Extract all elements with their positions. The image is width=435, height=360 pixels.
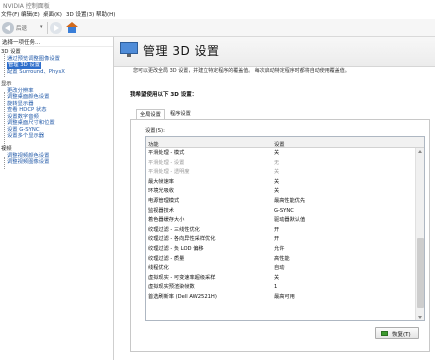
setting-value-cell[interactable]: 关 — [274, 178, 279, 187]
column-header-setting: 设置 — [274, 142, 285, 148]
setting-value-cell[interactable]: 自动 — [274, 264, 284, 273]
feature-cell: 监视器技术 — [148, 207, 174, 214]
setting-value-cell[interactable]: 开 — [274, 226, 279, 235]
restore-button[interactable]: 恢复(T) — [375, 327, 419, 339]
setting-value-cell[interactable]: G-SYNC — [274, 207, 294, 216]
toolbar-divider — [47, 22, 48, 34]
back-label[interactable]: 后退 — [16, 24, 27, 32]
settings-grid: 功能 设置 平滑处理 - 模式关平滑处理 - 设置无平滑处理 - 透明度关最大帧… — [145, 136, 425, 321]
feature-cell: 纹理过滤 - 三线性优化 — [148, 226, 200, 233]
table-row[interactable]: 纹理过滤 - 三线性优化 开 — [146, 226, 416, 235]
scroll-up-icon[interactable] — [418, 150, 422, 153]
grid-header: 功能 设置 — [146, 137, 424, 148]
forward-arrow-icon[interactable] — [50, 22, 62, 34]
toolbar: 后退 ▾ — [0, 19, 435, 37]
task-sidebar: 选择一项任务... 3D 设置 通过预览调整图像设置 管理 3D 设置 配置 S… — [0, 37, 114, 360]
chevron-down-icon[interactable]: ▾ — [40, 24, 43, 30]
feature-cell: 虚拟现实预渲染帧数 — [148, 284, 195, 291]
setting-value-cell[interactable]: 驱动器默认值 — [274, 216, 305, 225]
feature-cell: 纹理过滤 - 质量 — [148, 255, 185, 262]
settings-panel: 设置(S): 功能 设置 平滑处理 - 模式关平滑处理 - 设置无平滑处理 - … — [130, 119, 430, 352]
title-bar: NVIDIA 控制面板 — [0, 0, 435, 10]
setting-value-cell[interactable]: 最高性能优先 — [274, 197, 305, 206]
home-icon[interactable] — [66, 22, 78, 34]
page-description: 您可以更改全局 3D 设置，并建立特定程序的覆盖值。 每次启动特定程序时都将自动… — [133, 68, 350, 74]
feature-cell: 着色器缓存大小 — [148, 217, 185, 224]
settings-tabs: 全局设置 程序设置 — [130, 109, 430, 119]
sidebar-item-surround-physx[interactable]: 配置 Surround、PhysX — [7, 69, 65, 76]
feature-cell: 平滑处理 - 设置 — [148, 159, 185, 166]
sidebar-item-video-image[interactable]: 调整视频图像设置 — [7, 159, 49, 166]
scroll-down-icon[interactable] — [418, 316, 422, 319]
feature-cell: 线程优化 — [148, 265, 169, 272]
setting-value-cell[interactable]: 关 — [274, 149, 279, 158]
feature-cell: 虚拟现实 - 可变速率超级采样 — [148, 274, 216, 281]
section-label: 我希望使用以下 3D 设置： — [130, 92, 198, 98]
table-row[interactable]: 虚拟现实预渲染帧数 1 — [146, 283, 416, 292]
menu-3d-settings[interactable]: 3D 设置(3) — [66, 10, 94, 18]
table-row[interactable]: 纹理过滤 - 各向异性采样优化 开 — [146, 235, 416, 244]
tab-program-settings[interactable]: 程序设置 — [167, 109, 194, 119]
table-row[interactable]: 线程优化 自动 — [146, 264, 416, 273]
vertical-scrollbar[interactable] — [415, 148, 424, 320]
table-row[interactable]: 着色器缓存大小 驱动器默认值 — [146, 216, 416, 225]
main-content: 管理 3D 设置 您可以更改全局 3D 设置，并建立特定程序的覆盖值。 每次启动… — [114, 37, 435, 360]
tab-global-settings[interactable]: 全局设置 — [136, 109, 165, 119]
back-arrow-icon[interactable] — [2, 22, 14, 34]
menu-edit[interactable]: 编辑(E) — [21, 10, 40, 18]
sidebar-item-multi-display[interactable]: 设置多个显示器 — [7, 133, 44, 140]
table-row[interactable]: 最大帧速率 关 — [146, 178, 416, 187]
feature-cell: 平滑处理 - 透明度 — [148, 169, 190, 176]
feature-cell: 纹理过滤 - 各向异性采样优化 — [148, 236, 216, 243]
setting-value-cell[interactable]: 最高可用 — [274, 293, 295, 302]
table-row[interactable]: 平滑处理 - 透明度 关 — [146, 168, 416, 177]
setting-value-cell[interactable]: 开 — [274, 235, 279, 244]
menu-help[interactable]: 帮助(H) — [96, 10, 115, 18]
sidebar-header: 选择一项任务... — [0, 38, 113, 47]
feature-cell: 纹理过滤 - 负 LOD 偏移 — [148, 246, 204, 252]
settings-label: 设置(S): — [145, 128, 165, 134]
restore-label: 恢复(T) — [392, 332, 411, 338]
feature-cell: 首选刷新率 (Dell AW2521H) — [148, 294, 217, 300]
setting-value-cell[interactable]: 关 — [274, 168, 279, 177]
feature-cell: 最大帧速率 — [148, 178, 174, 185]
feature-cell: 电源管理模式 — [148, 198, 180, 204]
setting-value-cell[interactable]: 关 — [274, 187, 279, 196]
tree-line — [4, 92, 5, 150]
tree-line — [4, 54, 5, 77]
column-header-feature: 功能 — [148, 142, 159, 148]
tree-line — [4, 157, 5, 169]
table-row[interactable]: 环境光吸收 关 — [146, 187, 416, 196]
setting-value-cell[interactable]: 无 — [274, 159, 279, 168]
table-row[interactable]: 纹理过滤 - 负 LOD 偏移 允许 — [146, 245, 416, 254]
setting-value-cell[interactable]: 高性能 — [274, 255, 290, 264]
table-row[interactable]: 电源管理模式 最高性能优先 — [146, 197, 416, 206]
table-row[interactable]: 平滑处理 - 设置 无 — [146, 159, 416, 168]
table-row[interactable]: 平滑处理 - 模式 关 — [146, 149, 416, 158]
menu-desktop[interactable]: 桌面(K) — [43, 10, 62, 18]
table-row[interactable]: 首选刷新率 (Dell AW2521H) 最高可用 — [146, 293, 416, 302]
page-title: 管理 3D 设置 — [143, 44, 220, 58]
table-row[interactable]: 虚拟现实 - 可变速率超级采样 关 — [146, 274, 416, 283]
monitor-icon — [120, 42, 138, 58]
feature-cell: 环境光吸收 — [148, 188, 174, 195]
setting-value-cell[interactable]: 允许 — [274, 245, 284, 254]
table-row[interactable]: 监视器技术 G-SYNC — [146, 207, 416, 216]
menu-bar: 文件(F) 编辑(E) 桌面(K) 3D 设置(3) 帮助(H) — [0, 9, 435, 19]
setting-value-cell[interactable]: 关 — [274, 274, 279, 283]
setting-value-cell[interactable]: 1 — [274, 283, 277, 292]
table-row[interactable]: 纹理过滤 - 质量 高性能 — [146, 255, 416, 264]
scroll-thumb[interactable] — [417, 238, 424, 308]
menu-file[interactable]: 文件(F) — [1, 10, 19, 18]
feature-cell: 平滑处理 - 模式 — [148, 150, 185, 156]
page-banner: 管理 3D 设置 — [114, 37, 435, 67]
restore-icon — [381, 331, 388, 336]
